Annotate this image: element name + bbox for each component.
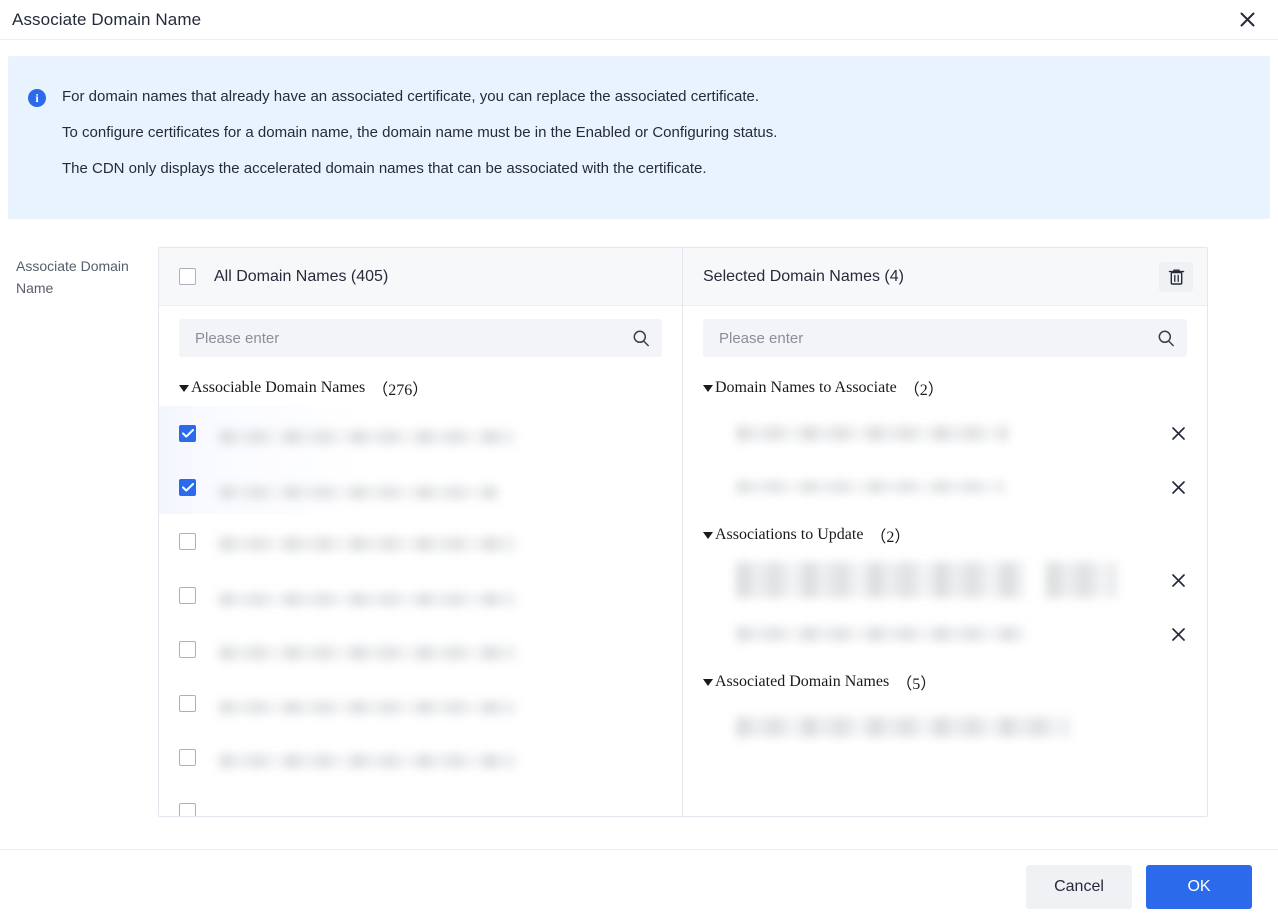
info-line-1: For domain names that already have an as…	[62, 88, 760, 105]
info-banner-text: For domain names that already have an as…	[62, 73, 777, 187]
domain-transfer-widget: All Domain Names (405) Please enter Asso…	[158, 247, 1208, 817]
selected-domain-item[interactable]	[683, 607, 1207, 661]
info-line-2: To configure certificates for a domain n…	[62, 124, 778, 141]
associate-domain-form-row: Associate Domain Name All Domain Names (…	[8, 247, 1270, 817]
redacted-domain-name	[219, 537, 515, 551]
selected-domains-panel: Selected Domain Names (4) Please enter D…	[683, 248, 1207, 816]
info-icon: i	[28, 89, 46, 107]
remove-domain-icon[interactable]	[1167, 623, 1189, 645]
selected-group-header[interactable]: Domain Names to Associate （2）	[683, 367, 1207, 406]
group-count: （2）	[903, 382, 944, 399]
group-associable-domain-names[interactable]: Associable Domain Names （276）	[159, 367, 682, 406]
available-search-wrap	[159, 306, 682, 367]
domain-checkbox[interactable]	[179, 478, 196, 496]
selected-domains-list[interactable]: Domain Names to Associate （2） Associations…	[683, 367, 1207, 816]
available-search-input[interactable]	[193, 328, 632, 348]
group-count: （2）	[870, 529, 911, 546]
selected-search-input[interactable]	[717, 328, 1157, 348]
redacted-domain-name	[219, 593, 515, 606]
domain-checkbox[interactable]	[179, 748, 196, 766]
dialog-title: Associate Domain Name	[12, 9, 202, 29]
domain-list-item[interactable]	[159, 460, 682, 514]
selected-domain-item[interactable]	[683, 406, 1207, 460]
selected-group-header[interactable]: Associated Domain Names （5）	[683, 661, 1207, 700]
group-label: Associable Domain Names	[191, 379, 366, 396]
selected-panel-header: Selected Domain Names (4)	[683, 248, 1207, 306]
redacted-domain-name	[736, 425, 1008, 441]
group-label: Associations to Update	[715, 526, 864, 543]
group-label: Domain Names to Associate	[715, 379, 897, 396]
available-search-box[interactable]	[179, 319, 662, 357]
redacted-domain-name	[219, 430, 514, 444]
available-panel-header: All Domain Names (405)	[159, 248, 682, 306]
available-domains-panel: All Domain Names (405) Please enter Asso…	[159, 248, 683, 816]
remove-domain-icon[interactable]	[1167, 422, 1189, 444]
chevron-down-icon	[703, 678, 713, 686]
chevron-down-icon	[703, 531, 713, 539]
domain-list-item[interactable]	[159, 784, 682, 816]
selected-domain-item[interactable]	[683, 553, 1207, 607]
available-panel-title: All Domain Names (405)	[214, 267, 389, 285]
info-line-3: The CDN only displays the accelerated do…	[62, 160, 707, 177]
remove-domain-icon[interactable]	[1167, 569, 1189, 591]
dialog-footer: Cancel OK	[0, 849, 1278, 923]
domain-list-item[interactable]	[159, 676, 682, 730]
selected-group-header[interactable]: Associations to Update （2）	[683, 514, 1207, 553]
available-domains-list[interactable]: Associable Domain Names （276）	[159, 367, 682, 816]
chevron-down-icon	[703, 384, 713, 392]
search-icon[interactable]	[1157, 329, 1175, 347]
domain-checkbox[interactable]	[179, 424, 196, 442]
search-icon[interactable]	[632, 329, 650, 347]
domain-checkbox[interactable]	[179, 640, 196, 658]
info-banner: i For domain names that already have an …	[8, 56, 1270, 219]
redacted-domain-name	[736, 481, 1004, 493]
ok-button[interactable]: OK	[1146, 864, 1252, 909]
redacted-domain-name	[219, 485, 497, 499]
domain-list-item[interactable]	[159, 568, 682, 622]
associate-domain-name-dialog: Associate Domain Name i For domain names…	[0, 0, 1278, 923]
chevron-down-icon	[179, 384, 189, 392]
group-count: （5）	[896, 676, 937, 693]
selected-domain-item[interactable]	[683, 700, 1207, 754]
selected-search-wrap	[683, 306, 1207, 367]
trash-icon[interactable]	[1159, 261, 1193, 292]
domain-list-item[interactable]	[159, 622, 682, 676]
group-count: （276）	[372, 382, 429, 399]
redacted-domain-name	[219, 700, 515, 714]
domain-list-item[interactable]	[159, 514, 682, 568]
selected-panel-title: Selected Domain Names (4)	[703, 267, 904, 285]
redacted-domain-name	[219, 753, 515, 768]
redacted-domain-name	[219, 645, 515, 660]
remove-domain-icon[interactable]	[1167, 476, 1189, 498]
close-icon[interactable]	[1234, 7, 1260, 33]
redacted-domain-tag	[1046, 562, 1116, 598]
domain-checkbox[interactable]	[179, 694, 196, 712]
domain-checkbox[interactable]	[179, 802, 196, 816]
domain-list-item[interactable]	[159, 730, 682, 784]
redacted-domain-name	[736, 627, 1024, 641]
group-label: Associated Domain Names	[715, 673, 890, 690]
domain-list-item[interactable]	[159, 406, 682, 460]
redacted-domain-name	[736, 562, 1024, 598]
redacted-domain-name	[736, 717, 1069, 737]
select-all-checkbox[interactable]	[179, 268, 196, 285]
dialog-header: Associate Domain Name	[0, 0, 1278, 40]
cancel-button[interactable]: Cancel	[1026, 864, 1132, 909]
dialog-body: i For domain names that already have an …	[0, 40, 1278, 849]
selected-search-box[interactable]	[703, 319, 1187, 357]
domain-checkbox[interactable]	[179, 586, 196, 604]
selected-domain-item[interactable]	[683, 460, 1207, 514]
domain-checkbox[interactable]	[179, 532, 196, 550]
form-label: Associate Domain Name	[16, 258, 129, 296]
